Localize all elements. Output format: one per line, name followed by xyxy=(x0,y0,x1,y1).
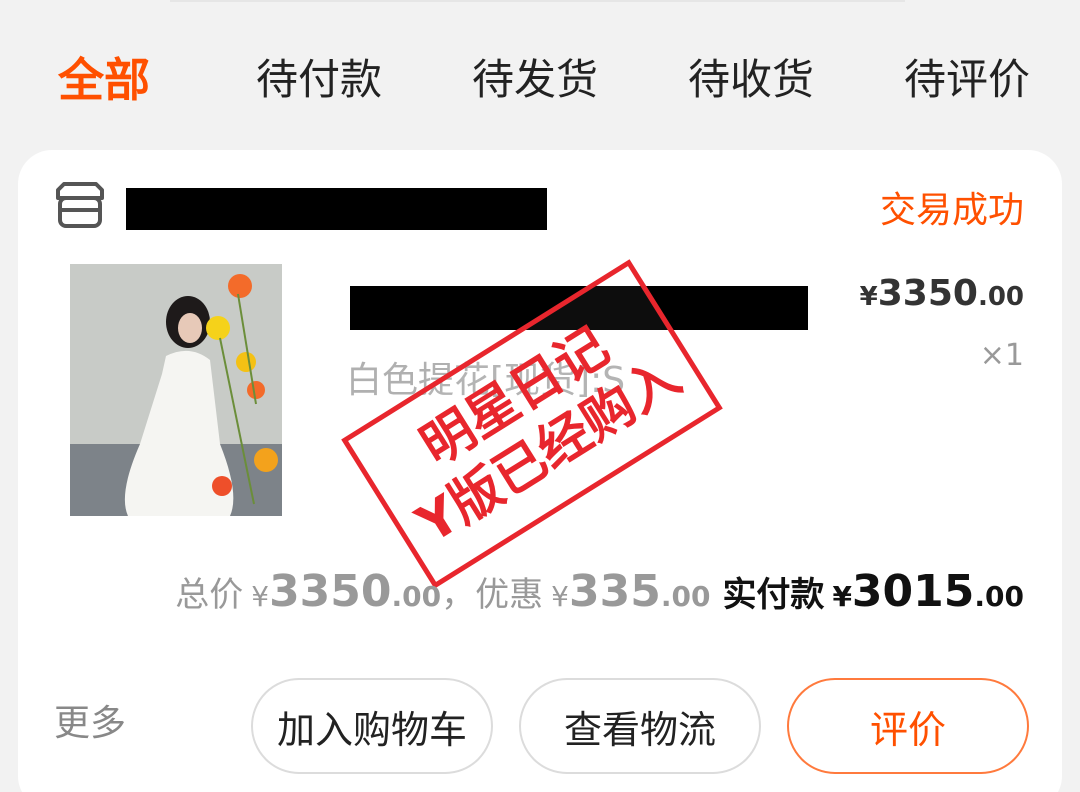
tab-pending-review[interactable]: 待评价 xyxy=(904,48,1030,112)
review-button[interactable]: 评价 xyxy=(787,678,1029,774)
total-label: 总价 xyxy=(175,575,244,615)
tab-pending-shipment[interactable]: 待发货 xyxy=(472,48,598,112)
view-logistics-button[interactable]: 查看物流 xyxy=(519,678,761,774)
order-status: 交易成功 xyxy=(879,190,1024,231)
discount-currency: ¥ xyxy=(551,580,569,613)
divider xyxy=(170,0,905,2)
order-totals: 总价 ¥ 3350 .00 ，优惠 ¥ 335 .00 实付款 ¥ 3015 .… xyxy=(175,566,1024,630)
order-tabs: 全部 待付款 待发货 待收货 待评价 xyxy=(0,48,1080,118)
quantity: ×1 xyxy=(979,338,1024,373)
paid-int: 3015 xyxy=(851,566,975,617)
shop-icon[interactable] xyxy=(52,180,108,232)
discount-int: 335 xyxy=(568,566,661,617)
total-dec: .00 xyxy=(391,580,442,613)
total-int: 3350 xyxy=(269,566,392,617)
tab-pending-payment[interactable]: 待付款 xyxy=(256,48,382,112)
redacted-shop-name[interactable] xyxy=(126,188,547,230)
discount-label: ，优惠 xyxy=(441,575,544,615)
tab-all[interactable]: 全部 xyxy=(58,48,150,112)
unit-price: ¥3350.00 xyxy=(860,270,1024,321)
unit-price-int: 3350 xyxy=(877,273,978,314)
total-currency: ¥ xyxy=(251,580,270,613)
paid-currency: ¥ xyxy=(832,580,852,613)
more-link[interactable]: 更多 xyxy=(54,700,126,748)
discount-dec: .00 xyxy=(660,580,711,613)
currency-symbol: ¥ xyxy=(859,282,878,312)
paid-amount: 实付款 ¥ 3015 .00 xyxy=(722,566,1024,617)
paid-label: 实付款 xyxy=(722,575,825,615)
unit-price-dec: .00 xyxy=(977,282,1024,312)
paid-dec: .00 xyxy=(974,580,1024,613)
product-image[interactable] xyxy=(70,264,282,516)
tab-pending-receipt[interactable]: 待收货 xyxy=(688,48,814,112)
add-to-cart-button[interactable]: 加入购物车 xyxy=(251,678,493,774)
